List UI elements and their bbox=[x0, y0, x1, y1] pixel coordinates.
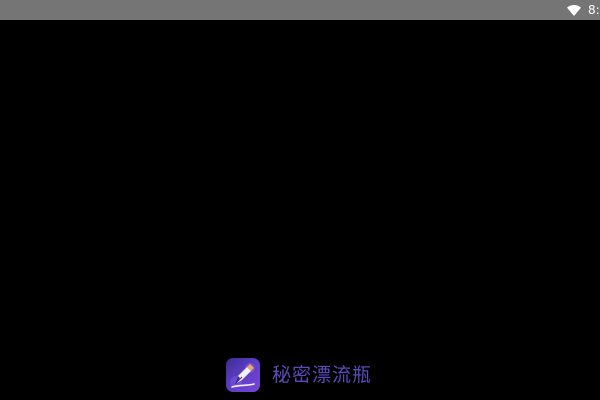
status-time: 8: bbox=[588, 3, 600, 17]
app-icon bbox=[226, 358, 260, 392]
quill-pen-icon bbox=[230, 363, 255, 388]
splash-screen: 8: 秘密漂流瓶 bbox=[0, 0, 600, 400]
status-bar: 8: bbox=[0, 0, 600, 20]
app-name: 秘密漂流瓶 bbox=[272, 364, 373, 386]
status-icons: 8: bbox=[566, 0, 600, 20]
wifi-icon bbox=[566, 3, 582, 17]
splash-brand: 秘密漂流瓶 bbox=[226, 358, 372, 392]
